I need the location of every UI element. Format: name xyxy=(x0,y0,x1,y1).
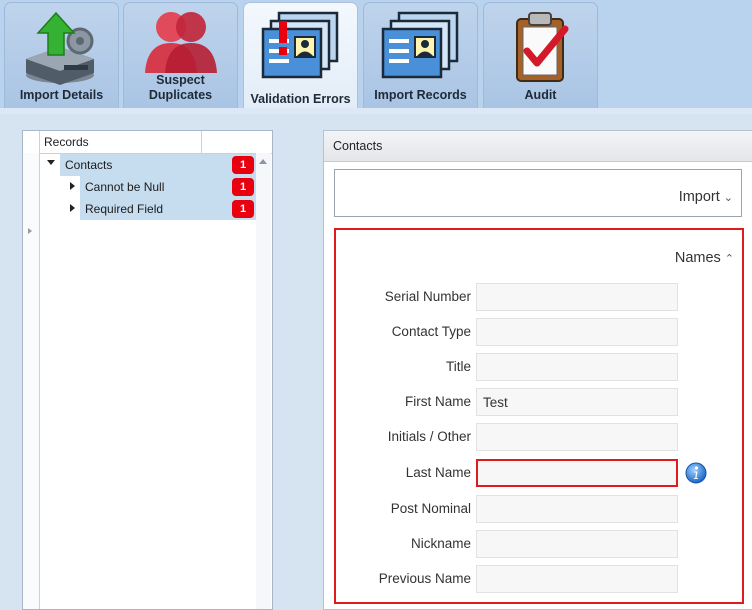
names-section-toggle[interactable]: Names ⌃ xyxy=(675,250,734,266)
tab-audit[interactable]: Audit xyxy=(483,2,598,110)
tree-row-label: Contacts xyxy=(65,158,113,172)
tree-header-gutter xyxy=(23,131,40,153)
panel-header: Contacts xyxy=(324,131,752,162)
contact-type-label: Contact Type xyxy=(391,324,471,339)
chevron-down-icon: ⌄ xyxy=(723,192,733,204)
tab-label: Suspect Duplicates xyxy=(148,73,213,102)
info-icon[interactable] xyxy=(685,462,707,484)
initials-other-label: Initials / Other xyxy=(387,429,471,444)
column-separator xyxy=(201,131,202,153)
tree-row-contacts[interactable]: Contacts 1 xyxy=(40,154,256,176)
tab-validation-errors[interactable]: Validation Errors xyxy=(243,2,358,114)
tree-row-label: Required Field xyxy=(85,202,164,216)
scroll-up-icon[interactable] xyxy=(259,159,267,164)
tab-label: Audit xyxy=(524,88,557,102)
tree-header: Records xyxy=(23,131,272,154)
chevron-up-icon: ⌃ xyxy=(724,253,734,265)
tree-vertical-scrollbar[interactable] xyxy=(256,153,271,609)
import-section-toggle[interactable]: Import ⌄ xyxy=(679,189,733,205)
error-count-badge: 1 xyxy=(232,178,254,196)
expand-down-icon[interactable] xyxy=(47,160,55,165)
current-row-indicator-icon xyxy=(28,228,32,234)
first-name-input[interactable] xyxy=(476,388,678,416)
post-nominal-input[interactable] xyxy=(476,495,678,523)
row-indicator-gutter xyxy=(23,153,40,609)
previous-name-input[interactable] xyxy=(476,565,678,593)
tab-label: Import Details xyxy=(19,88,104,102)
last-name-label: Last Name xyxy=(405,465,471,480)
tree-column-records[interactable]: Records xyxy=(44,135,89,149)
title-label: Title xyxy=(445,359,471,374)
initials-other-input[interactable] xyxy=(476,423,678,451)
tab-import-records[interactable]: Import Records xyxy=(363,2,478,110)
ribbon-floor xyxy=(0,108,752,114)
import-database-icon xyxy=(25,11,94,85)
panel-title: Contacts xyxy=(333,139,383,153)
tree-row-cannot-be-null[interactable]: Cannot be Null 1 xyxy=(40,176,256,198)
nickname-label: Nickname xyxy=(410,536,471,551)
import-section: Import ⌄ xyxy=(334,169,742,217)
section-title-label: Import xyxy=(678,189,720,205)
contact-type-input[interactable] xyxy=(476,318,678,346)
tab-suspect-duplicates[interactable]: Suspect Duplicates xyxy=(123,2,238,110)
tree-row-label: Cannot be Null xyxy=(85,180,165,194)
import-records-icon xyxy=(381,11,458,79)
nickname-input[interactable] xyxy=(476,530,678,558)
title-input[interactable] xyxy=(476,353,678,381)
serial-number-input[interactable] xyxy=(476,283,678,311)
names-section: Names ⌃ Serial Number Contact Type Title … xyxy=(334,228,744,604)
serial-number-label: Serial Number xyxy=(384,289,471,304)
error-count-badge: 1 xyxy=(232,200,254,218)
last-name-input[interactable] xyxy=(476,459,678,487)
duplicate-users-icon xyxy=(144,12,217,73)
validation-error-icon xyxy=(261,11,338,79)
tab-label: Import Records xyxy=(374,88,467,102)
tab-import-details[interactable]: Import Details xyxy=(4,2,119,110)
section-title-label: Names xyxy=(674,250,721,266)
expand-right-icon[interactable] xyxy=(70,182,75,190)
record-detail-panel: Contacts Import ⌄ Names ⌃ Serial Number Co… xyxy=(323,130,752,610)
tree-row-required-field[interactable]: Required Field 1 xyxy=(40,198,256,220)
previous-name-label: Previous Name xyxy=(378,571,471,586)
tab-label: Validation Errors xyxy=(250,92,351,106)
post-nominal-label: Post Nominal xyxy=(390,501,471,516)
first-name-label: First Name xyxy=(404,394,471,409)
error-count-badge: 1 xyxy=(232,156,254,174)
expand-right-icon[interactable] xyxy=(70,204,75,212)
audit-clipboard-icon xyxy=(515,12,568,82)
records-tree-panel: Records Contacts 1 Cannot be Null 1 Requ… xyxy=(22,130,273,610)
